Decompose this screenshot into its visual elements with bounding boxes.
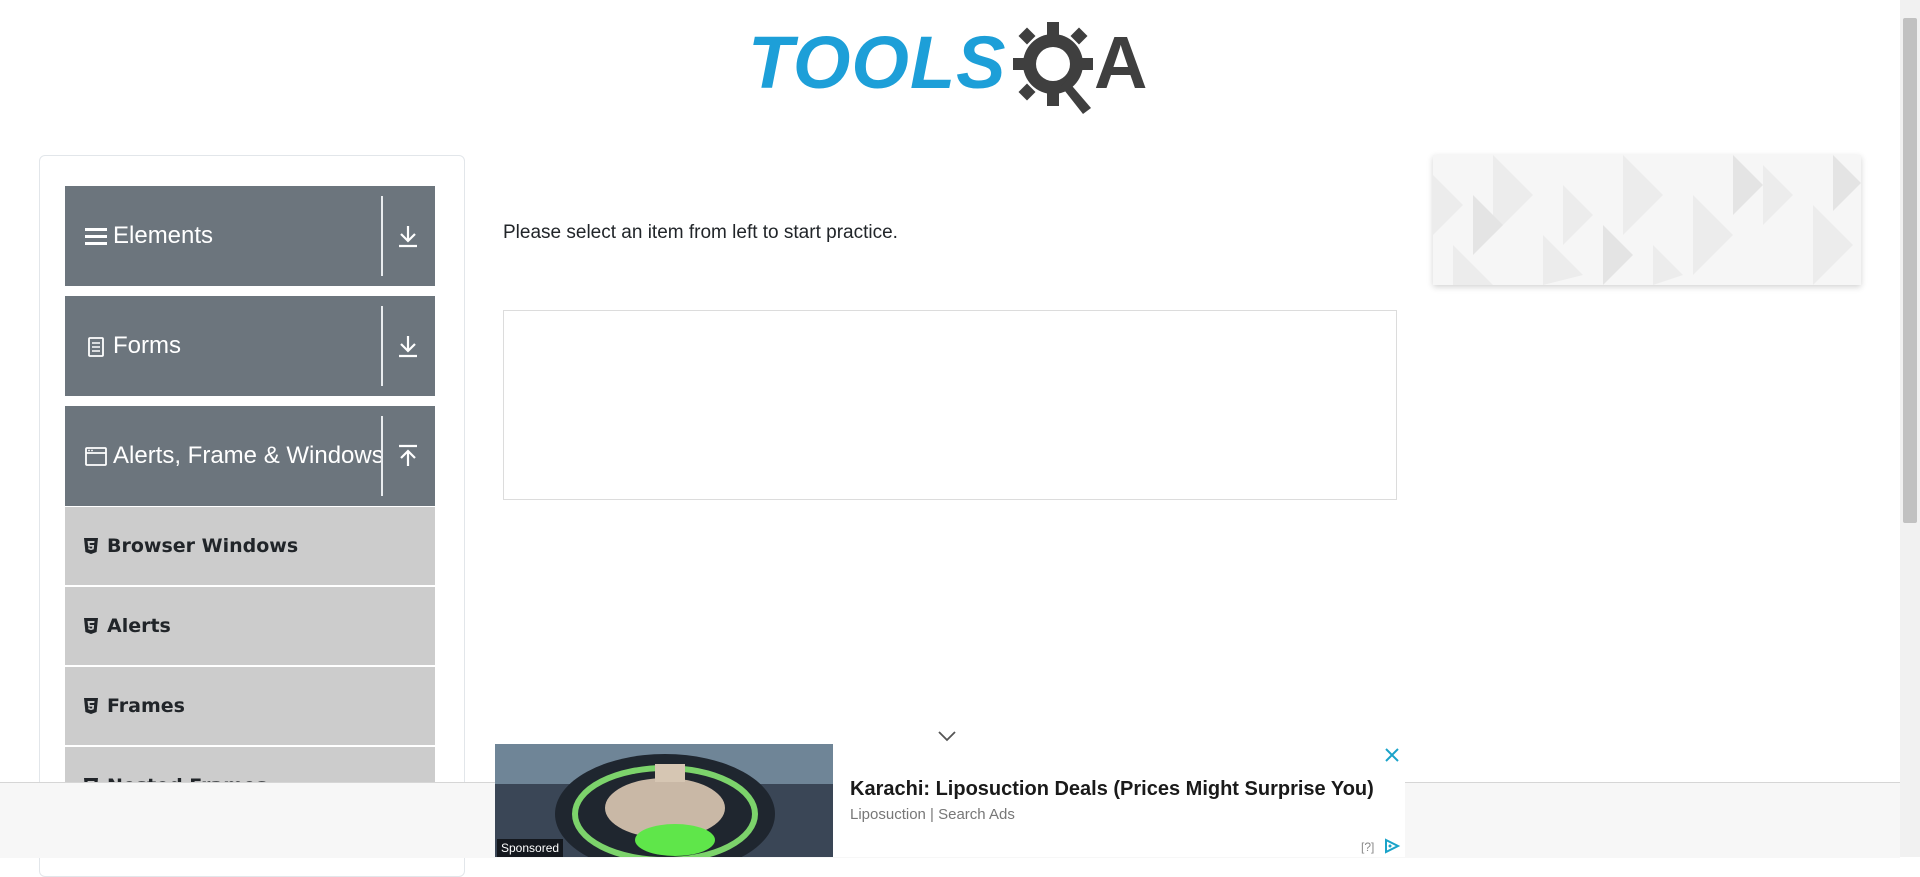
logo-text-tools: TOOLS: [748, 21, 1007, 104]
sidebar-item-label: Frames: [107, 695, 185, 717]
instruction-text: Please select an item from left to start…: [503, 222, 898, 243]
group-header-alerts-frame-windows[interactable]: Alerts, Frame & Windows: [65, 406, 435, 506]
group-title-forms: Forms: [113, 332, 181, 359]
group-header-forms[interactable]: Forms: [65, 296, 435, 396]
scrollbar[interactable]: [1900, 0, 1920, 857]
right-banner[interactable]: [1433, 155, 1861, 285]
upload-arrow-icon[interactable]: [395, 442, 421, 470]
content-frame: [503, 310, 1397, 500]
ad-image[interactable]: Sponsored: [495, 744, 833, 857]
triangle-pattern: [1433, 155, 1861, 285]
ad-help-link[interactable]: [?]: [1361, 840, 1374, 854]
download-arrow-icon[interactable]: [395, 222, 421, 250]
divider: [381, 196, 383, 276]
group-title-alerts-frame-windows: Alerts, Frame & Windows: [113, 442, 384, 469]
sidebar-item-alerts[interactable]: Alerts: [65, 587, 435, 667]
sidebar-item-label: Alerts: [107, 615, 171, 637]
ad-sponsored-label: Sponsored: [497, 839, 564, 857]
ad-headline[interactable]: Karachi: Liposuction Deals (Prices Might…: [850, 778, 1374, 801]
sidebar-item-frames[interactable]: Frames: [65, 667, 435, 747]
document-icon: [88, 337, 104, 357]
html5-icon: [84, 698, 98, 714]
logo-text-a: A: [1094, 21, 1148, 104]
html5-icon: [84, 538, 98, 554]
download-arrow-icon[interactable]: [395, 332, 421, 360]
hamburger-icon: [85, 228, 107, 245]
adchoices-icon[interactable]: [1383, 838, 1401, 854]
toolsqa-logo[interactable]: TOOLS A: [748, 18, 1154, 114]
scrollbar-thumb[interactable]: [1903, 18, 1917, 523]
sponsored-ad[interactable]: Sponsored Karachi: Liposuction Deals (Pr…: [495, 744, 1405, 857]
sidebar-item-browser-windows[interactable]: Browser Windows: [65, 507, 435, 587]
divider: [381, 306, 383, 386]
window-icon: [85, 447, 107, 466]
html5-icon: [84, 618, 98, 634]
group-header-elements[interactable]: Elements: [65, 186, 435, 286]
gear-magnifier-icon: [1013, 22, 1093, 114]
divider: [381, 416, 383, 496]
close-icon[interactable]: [1383, 746, 1401, 764]
chevron-down-icon[interactable]: [935, 726, 959, 746]
sidebar-item-label: Browser Windows: [107, 535, 299, 557]
group-title-elements: Elements: [113, 222, 214, 249]
ad-source[interactable]: Liposuction | Search Ads: [850, 806, 1015, 823]
